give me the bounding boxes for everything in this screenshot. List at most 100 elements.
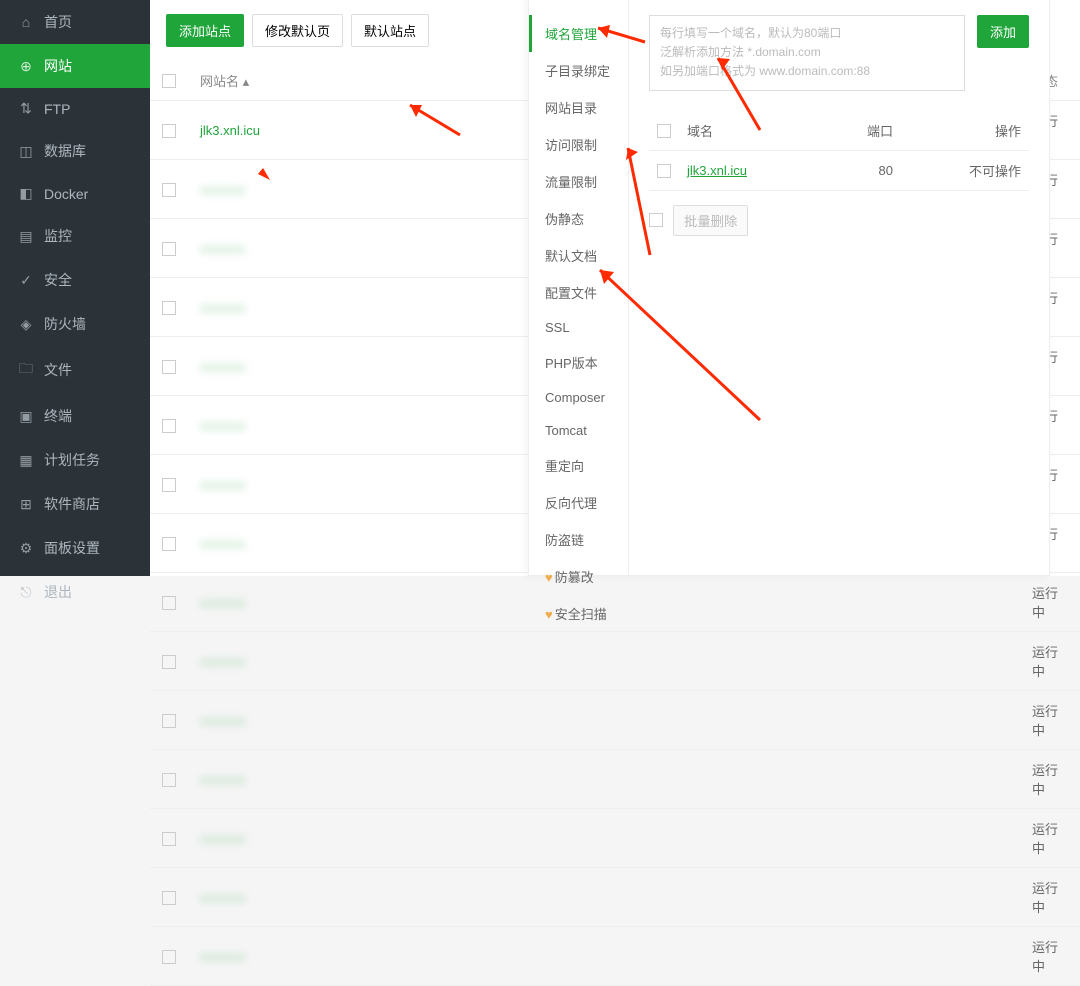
modal-nav-item[interactable]: Tomcat xyxy=(529,414,628,447)
row-checkbox[interactable] xyxy=(162,832,176,846)
site-name[interactable]: xxxxxxx xyxy=(200,241,246,256)
site-name[interactable]: xxxxxxx xyxy=(200,654,246,669)
row-checkbox[interactable] xyxy=(162,714,176,728)
domain-name-link[interactable]: jlk3.xnl.icu xyxy=(687,163,747,178)
row-checkbox[interactable] xyxy=(162,537,176,551)
domain-op: 不可操作 xyxy=(901,150,1029,190)
site-name[interactable]: xxxxxxx xyxy=(200,536,246,551)
row-checkbox[interactable] xyxy=(162,596,176,610)
table-row: xxxxxxx 运行中 xyxy=(150,691,1080,750)
col-domain: 域名 xyxy=(679,111,822,151)
row-checkbox[interactable] xyxy=(162,773,176,787)
sidebar-label: 网站 xyxy=(44,56,72,76)
row-checkbox[interactable] xyxy=(162,360,176,374)
site-name[interactable]: xxxxxxx xyxy=(200,713,246,728)
modal-nav-item[interactable]: Composer xyxy=(529,381,628,414)
sidebar-item-0[interactable]: ⌂ 首页 xyxy=(0,0,150,44)
sidebar-label: FTP xyxy=(44,101,70,117)
site-name[interactable]: xxxxxxx xyxy=(200,890,246,905)
sidebar-icon: ⚙ xyxy=(18,540,34,557)
row-checkbox[interactable] xyxy=(162,655,176,669)
modal-nav-item[interactable]: 网站目录 xyxy=(529,89,628,126)
sidebar-label: 面板设置 xyxy=(44,538,100,558)
sidebar-item-11[interactable]: ⊞软件商店 xyxy=(0,482,150,526)
sidebar-item-13[interactable]: ⎋退出 xyxy=(0,570,150,614)
sidebar-item-5[interactable]: ▤监控 xyxy=(0,214,150,258)
sidebar-icon: ⌂ xyxy=(18,14,34,30)
sidebar-item-7[interactable]: ◈ 防火墙 xyxy=(0,302,150,346)
sidebar-item-8[interactable]: 🗀文件 xyxy=(0,346,150,394)
select-all-checkbox[interactable] xyxy=(162,74,176,88)
site-name[interactable]: xxxxxxx xyxy=(200,831,246,846)
sidebar-item-3[interactable]: ◫数据库 xyxy=(0,129,150,173)
site-name[interactable]: xxxxxxx xyxy=(200,595,246,610)
site-name[interactable]: xxxxxxx xyxy=(200,359,246,374)
site-name[interactable]: xxxxxxx xyxy=(200,182,246,197)
sidebar-icon: ▦ xyxy=(18,452,34,469)
row-checkbox[interactable] xyxy=(162,478,176,492)
domain-checkbox[interactable] xyxy=(657,164,671,178)
sidebar-icon: ◈ xyxy=(18,316,34,333)
site-name[interactable]: xxxxxxx xyxy=(200,772,246,787)
sidebar-item-9[interactable]: ▣终端 xyxy=(0,394,150,438)
edit-default-button[interactable]: 修改默认页 xyxy=(252,14,343,47)
domain-select-all[interactable] xyxy=(657,124,671,138)
domain-textarea[interactable]: 每行填写一个域名，默认为80端口 泛解析添加方法 *.domain.com 如另… xyxy=(649,15,965,91)
sidebar-item-6[interactable]: ✓安全 xyxy=(0,258,150,302)
modal-nav-item[interactable]: 防盗链 xyxy=(529,521,628,558)
modal-nav-item[interactable]: SSL xyxy=(529,311,628,344)
default-site-button[interactable]: 默认站点 xyxy=(351,14,429,47)
site-name[interactable]: xxxxxxx xyxy=(200,418,246,433)
sidebar-label: 计划任务 xyxy=(44,450,100,470)
modal-nav-item[interactable]: 重定向 xyxy=(529,447,628,484)
modal-nav-item[interactable]: 域名管理 xyxy=(529,15,628,52)
row-checkbox[interactable] xyxy=(162,183,176,197)
sidebar: ⌂ 首页 ⊕ 网站 ⇅FTP◫数据库 ◧ Docker ▤监控✓安全 ◈ 防火墙 🗀文件▣终端 ▦ 计划… xyxy=(0,0,150,576)
add-domain-button[interactable]: 添加 xyxy=(977,15,1029,48)
sidebar-icon: ▤ xyxy=(18,228,34,245)
sidebar-item-10[interactable]: ▦ 计划任务 xyxy=(0,438,150,482)
site-status: 运行中 xyxy=(1020,691,1080,750)
modal-nav-item[interactable]: 子目录绑定 xyxy=(529,52,628,89)
modal-nav-item[interactable]: 流量限制 xyxy=(529,163,628,200)
modal-nav-item[interactable]: ♥防篡改 xyxy=(529,558,628,595)
shield-icon: ♥ xyxy=(545,570,553,585)
site-name[interactable]: xxxxxxx xyxy=(200,477,246,492)
domain-row: jlk3.xnl.icu 80 不可操作 xyxy=(649,150,1029,190)
modal-nav-item[interactable]: 伪静态 xyxy=(529,200,628,237)
sidebar-item-2[interactable]: ⇅FTP xyxy=(0,88,150,129)
site-status: 运行中 xyxy=(1020,632,1080,691)
row-checkbox[interactable] xyxy=(162,124,176,138)
row-checkbox[interactable] xyxy=(162,301,176,315)
sidebar-icon: ⊕ xyxy=(18,58,34,75)
modal-nav-item[interactable]: 访问限制 xyxy=(529,126,628,163)
batch-checkbox[interactable] xyxy=(649,213,663,227)
sidebar-icon: ◧ xyxy=(18,185,34,202)
add-site-button[interactable]: 添加站点 xyxy=(166,14,244,47)
modal-nav-item[interactable]: 反向代理 xyxy=(529,484,628,521)
modal-nav-item[interactable]: PHP版本 xyxy=(529,344,628,381)
modal-nav-item[interactable]: 配置文件 xyxy=(529,274,628,311)
modal-nav-item[interactable]: 默认文档 xyxy=(529,237,628,274)
sidebar-item-12[interactable]: ⚙ 面板设置 xyxy=(0,526,150,570)
row-checkbox[interactable] xyxy=(162,242,176,256)
modal-nav-item[interactable]: ♥安全扫描 xyxy=(529,595,628,632)
sidebar-label: 防火墙 xyxy=(44,314,86,334)
sidebar-item-1[interactable]: ⊕ 网站 xyxy=(0,44,150,88)
site-status: 运行中 xyxy=(1020,868,1080,927)
table-row: xxxxxxx运行中 xyxy=(150,927,1080,986)
site-name[interactable]: xxxxxxx xyxy=(200,949,246,964)
col-port: 端口 xyxy=(822,111,901,151)
site-name-link[interactable]: jlk3.xnl.icu xyxy=(200,123,260,138)
row-checkbox[interactable] xyxy=(162,891,176,905)
batch-delete-button[interactable]: 批量删除 xyxy=(673,205,748,236)
domain-table: 域名 端口 操作 jlk3.xnl.icu 80 不可操作 xyxy=(649,111,1029,191)
row-checkbox[interactable] xyxy=(162,950,176,964)
sidebar-item-4[interactable]: ◧ Docker xyxy=(0,173,150,214)
sidebar-icon: ◫ xyxy=(18,143,34,160)
sidebar-label: Docker xyxy=(44,186,88,202)
sidebar-label: 首页 xyxy=(44,12,72,32)
sidebar-icon: ⊞ xyxy=(18,496,34,513)
row-checkbox[interactable] xyxy=(162,419,176,433)
site-name[interactable]: xxxxxxx xyxy=(200,300,246,315)
